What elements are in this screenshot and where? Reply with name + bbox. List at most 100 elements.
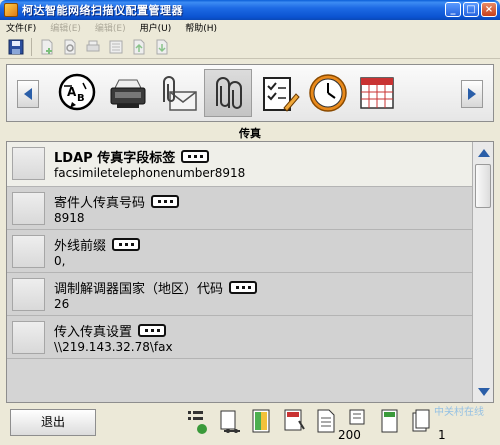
field-label: LDAP 传真字段标签 <box>54 147 210 166</box>
status-resolution[interactable] <box>282 407 308 439</box>
category-calendar[interactable] <box>353 69 401 117</box>
svg-text:B: B <box>77 93 85 104</box>
list-item[interactable]: 寄件人传真号码 8918 <box>7 187 473 230</box>
watermark: 中关村在线 <box>434 407 484 418</box>
list-icon <box>109 40 123 53</box>
status-pages[interactable] <box>378 407 404 439</box>
calendar-icon <box>360 77 394 109</box>
checklist-icon <box>263 77 300 112</box>
language-icon: A B <box>58 73 96 111</box>
maximize-button[interactable]: □ <box>463 2 479 17</box>
field-list: LDAP 传真字段标签 facsimiletelephonenumber8918… <box>6 141 494 403</box>
status-dpi[interactable]: 200 <box>338 407 372 442</box>
carousel-next-button[interactable] <box>461 80 483 108</box>
field-label-text: LDAP 传真字段标签 <box>54 151 176 166</box>
export-icon <box>133 39 145 54</box>
menu-edit-2[interactable]: 编辑(E) <box>95 21 126 34</box>
vertical-scrollbar[interactable] <box>472 142 493 402</box>
window-title: 柯达智能网络扫描仪配置管理器 <box>22 4 183 17</box>
status-connector[interactable] <box>218 407 244 439</box>
category-fax[interactable] <box>204 69 252 117</box>
status-page-counter[interactable]: 1 <box>410 407 446 442</box>
field-label: 寄件人传真号码 <box>54 192 180 211</box>
page-stack-icon <box>412 409 430 432</box>
menu-help[interactable]: 帮助(H) <box>185 21 217 34</box>
field-checkbox[interactable] <box>12 235 45 268</box>
list-item[interactable]: 外线前缀 0, <box>7 230 473 273</box>
menu-bar: 文件(F) 编辑(E) 编辑(E) 用户(U) 帮助(H) <box>0 20 500 35</box>
field-label: 外线前缀 <box>54 235 141 254</box>
field-value: 8918 <box>54 211 85 225</box>
section-title: 传真 <box>239 127 261 140</box>
connector-icon <box>220 410 240 433</box>
exit-button[interactable]: 退出 <box>10 409 96 436</box>
import-icon <box>156 39 168 54</box>
field-checkbox[interactable] <box>12 192 45 225</box>
print-icon <box>86 40 100 51</box>
toolbar-separator <box>31 37 32 56</box>
field-label-text: 调制解调器国家（地区）代码 <box>54 282 224 297</box>
category-carousel: A B <box>6 64 494 122</box>
svg-text:A: A <box>67 85 77 99</box>
menu-user[interactable]: 用户(U) <box>140 21 172 34</box>
scroll-down-button[interactable] <box>474 383 493 400</box>
save-icon <box>8 39 24 54</box>
field-checkbox[interactable] <box>12 147 45 180</box>
scanner-status-icon <box>188 411 207 434</box>
category-scanner[interactable] <box>104 69 152 117</box>
import-button[interactable] <box>152 37 172 57</box>
category-clock[interactable] <box>304 69 352 117</box>
field-label: 调制解调器国家（地区）代码 <box>54 278 258 297</box>
new-icon <box>41 39 53 54</box>
status-document[interactable] <box>314 407 340 439</box>
title-bar[interactable]: 柯达智能网络扫描仪配置管理器 _ □ × <box>0 0 500 20</box>
menu-edit[interactable]: 编辑(E) <box>50 21 81 34</box>
save-button[interactable] <box>6 37 26 57</box>
print-button[interactable] <box>83 37 103 57</box>
list-item[interactable]: 传入传真设置 \\219.143.32.78\fax <box>7 316 473 359</box>
resolution-icon <box>284 409 305 431</box>
keyboard-icon[interactable] <box>151 195 180 208</box>
field-label-text: 外线前缀 <box>54 239 107 254</box>
keyboard-icon[interactable] <box>112 238 141 251</box>
list-button[interactable] <box>106 37 126 57</box>
keyboard-icon[interactable] <box>138 324 167 337</box>
arrow-right-icon <box>468 88 476 100</box>
field-checkbox[interactable] <box>12 321 45 354</box>
search-doc-icon <box>64 39 76 54</box>
category-email[interactable] <box>155 69 203 117</box>
keyboard-icon[interactable] <box>181 150 210 163</box>
clock-icon <box>309 74 347 112</box>
window-controls: _ □ × <box>445 2 497 17</box>
email-attachment-icon <box>163 76 197 111</box>
field-checkbox[interactable] <box>12 278 45 311</box>
document-icon <box>317 409 335 433</box>
keyboard-icon[interactable] <box>229 281 258 294</box>
chevron-up-icon <box>477 148 490 157</box>
minimize-button[interactable]: _ <box>445 2 461 17</box>
category-language[interactable]: A B <box>53 69 101 117</box>
status-color[interactable] <box>250 407 276 439</box>
field-label: 传入传真设置 <box>54 321 167 340</box>
category-checklist[interactable] <box>255 69 303 117</box>
search-doc-button[interactable] <box>60 37 80 57</box>
field-label-text: 寄件人传真号码 <box>54 196 146 211</box>
toolbar <box>0 35 500 59</box>
menu-file[interactable]: 文件(F) <box>6 21 36 34</box>
list-item[interactable]: LDAP 传真字段标签 facsimiletelephonenumber8918 <box>7 142 473 187</box>
close-button[interactable]: × <box>481 2 497 17</box>
color-doc-icon <box>252 409 270 433</box>
status-icons: 200 1 <box>186 407 446 442</box>
scanner-icon <box>110 79 146 108</box>
field-label-text: 传入传真设置 <box>54 325 133 340</box>
scroll-up-button[interactable] <box>474 144 493 161</box>
scrollbar-thumb[interactable] <box>475 164 491 208</box>
field-value: \\219.143.32.78\fax <box>54 340 173 354</box>
list-item[interactable]: 调制解调器国家（地区）代码 26 <box>7 273 473 316</box>
export-button[interactable] <box>129 37 149 57</box>
field-value: facsimiletelephonenumber8918 <box>54 166 246 180</box>
scan-count: 200 <box>338 428 361 442</box>
status-scanner[interactable] <box>186 407 212 439</box>
new-button[interactable] <box>37 37 57 57</box>
carousel-prev-button[interactable] <box>17 80 39 108</box>
